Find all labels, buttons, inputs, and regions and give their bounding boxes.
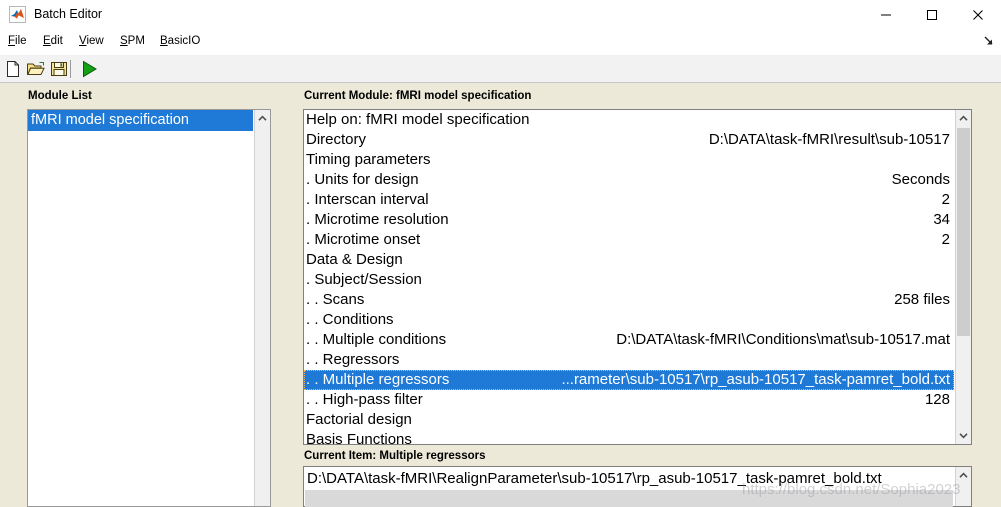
run-button[interactable]: [79, 59, 99, 79]
menu-item-edit[interactable]: Edit: [43, 34, 63, 49]
save-file-button[interactable]: [49, 59, 69, 79]
table-row[interactable]: . Units for design Seconds: [304, 170, 954, 190]
matlab-icon: [9, 6, 26, 23]
row-key: . Microtime onset: [306, 231, 421, 248]
row-key: Directory: [306, 131, 367, 148]
row-key: . Units for design: [306, 171, 419, 188]
row-key: Help on: fMRI model specification: [306, 111, 530, 128]
row-key: . . High-pass filter: [306, 391, 423, 408]
menu-item-view[interactable]: View: [79, 34, 104, 49]
open-file-button[interactable]: [26, 59, 46, 79]
menu-overflow-arrow-icon[interactable]: [982, 34, 996, 48]
table-row[interactable]: Basis Functions: [304, 430, 954, 444]
row-key: Timing parameters: [306, 151, 431, 168]
maximize-button[interactable]: [909, 0, 955, 29]
table-row-selected[interactable]: . . Multiple regressors ...rameter\sub-1…: [304, 370, 954, 390]
table-row[interactable]: Directory D:\DATA\task-fMRI\result\sub-1…: [304, 130, 954, 150]
table-row[interactable]: Help on: fMRI model specification: [304, 110, 954, 130]
row-key: . . Scans: [306, 291, 365, 308]
current-item-filler: [305, 490, 953, 507]
row-value: Seconds: [891, 171, 950, 188]
scrollbar-thumb[interactable]: [957, 128, 970, 336]
current-module-box[interactable]: Help on: fMRI model specification Direct…: [303, 109, 972, 445]
module-list-scrollbar[interactable]: [254, 110, 270, 506]
close-button[interactable]: [955, 0, 1001, 29]
table-row[interactable]: . . High-pass filter 128: [304, 390, 954, 410]
menu-item-file[interactable]: File: [8, 34, 27, 49]
table-row[interactable]: . . Scans 258 files: [304, 290, 954, 310]
current-module-label: Current Module: fMRI model specification: [304, 90, 532, 102]
current-module-scrollbar[interactable]: [955, 110, 971, 444]
minimize-button[interactable]: [863, 0, 909, 29]
window-title: Batch Editor: [34, 7, 103, 21]
current-item-box[interactable]: D:\DATA\task-fMRI\RealignParameter\sub-1…: [303, 466, 972, 507]
table-row[interactable]: . . Multiple conditions D:\DATA\task-fMR…: [304, 330, 954, 350]
row-key: . . Regressors: [306, 351, 400, 368]
table-row[interactable]: . Subject/Session: [304, 270, 954, 290]
current-item-scrollbar[interactable]: [955, 467, 971, 506]
current-module-rows: Help on: fMRI model specification Direct…: [304, 110, 954, 444]
window-controls: [863, 0, 1001, 29]
list-item[interactable]: fMRI model specification: [28, 110, 253, 131]
row-key: . . Multiple regressors: [306, 371, 450, 388]
row-value: 34: [933, 211, 950, 228]
menu-item-spm[interactable]: SPM: [120, 34, 145, 49]
row-key: Factorial design: [306, 411, 412, 428]
table-row[interactable]: Data & Design: [304, 250, 954, 270]
menu-bar: File Edit View SPM BasicIO: [0, 29, 1001, 55]
row-value: 258 files: [894, 291, 950, 308]
row-key: . Interscan interval: [306, 191, 429, 208]
row-value: D:\DATA\task-fMRI\Conditions\mat\sub-105…: [616, 331, 950, 348]
batch-editor-window: Batch Editor File Edit View SPM BasicIO: [0, 0, 1001, 507]
table-row[interactable]: . . Regressors: [304, 350, 954, 370]
table-row[interactable]: . . Conditions: [304, 310, 954, 330]
table-row[interactable]: . Microtime resolution 34: [304, 210, 954, 230]
table-row[interactable]: Factorial design: [304, 410, 954, 430]
row-value: 2: [941, 191, 950, 208]
module-list-items: fMRI model specification: [28, 110, 253, 506]
menu-item-basicio[interactable]: BasicIO: [160, 34, 200, 49]
table-row[interactable]: . Microtime onset 2: [304, 230, 954, 250]
row-key: . Subject/Session: [306, 271, 422, 288]
row-key: . . Conditions: [306, 311, 394, 328]
row-value: ...rameter\sub-10517\rp_asub-10517_task-…: [561, 371, 950, 388]
scroll-down-arrow-icon[interactable]: [956, 427, 971, 444]
scroll-up-arrow-icon[interactable]: [956, 110, 971, 127]
current-item-label: Current Item: Multiple regressors: [304, 450, 486, 462]
current-item-value: D:\DATA\task-fMRI\RealignParameter\sub-1…: [307, 470, 882, 487]
toolbar: [0, 55, 1001, 83]
toolbar-separator: [70, 60, 71, 78]
module-list-box[interactable]: fMRI model specification: [27, 109, 271, 507]
row-key: . Microtime resolution: [306, 211, 449, 228]
title-bar: Batch Editor: [0, 0, 1001, 30]
row-key: Data & Design: [306, 251, 403, 268]
row-value: D:\DATA\task-fMRI\result\sub-10517: [708, 131, 950, 148]
row-key: Basis Functions: [306, 431, 412, 444]
table-row[interactable]: . Interscan interval 2: [304, 190, 954, 210]
row-value: 128: [924, 391, 950, 408]
module-list-label: Module List: [28, 90, 92, 102]
new-file-button[interactable]: [3, 59, 23, 79]
table-row[interactable]: Timing parameters: [304, 150, 954, 170]
row-value: 2: [941, 231, 950, 248]
row-key: . . Multiple conditions: [306, 331, 447, 348]
scroll-up-arrow-icon[interactable]: [956, 467, 971, 484]
scroll-up-arrow-icon[interactable]: [255, 110, 270, 127]
